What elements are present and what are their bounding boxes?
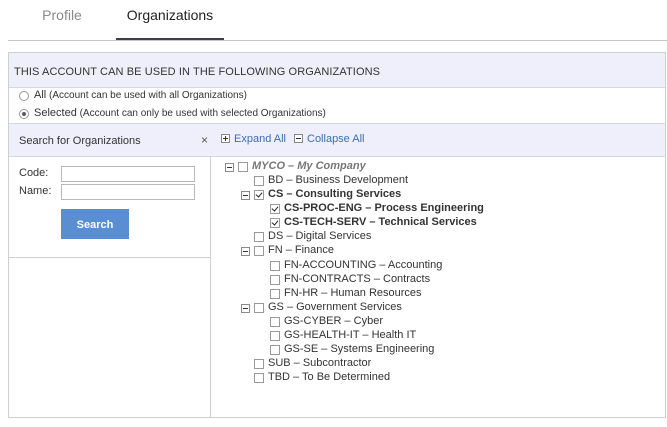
minus-box-icon [294, 134, 303, 143]
search-title: Search for Organizations [19, 135, 141, 147]
tree-node-gs-se: GS-SE – Systems Engineering [210, 343, 660, 357]
checkbox-gs[interactable] [254, 303, 264, 313]
tree-node-cs-proc-eng: CS-PROC-ENG – Process Engineering [210, 202, 660, 216]
search-button[interactable]: Search [61, 209, 129, 239]
tree-node-gs: GS – Government Services [210, 301, 660, 315]
checkbox-fn-contracts[interactable] [270, 275, 280, 285]
plus-box-icon [221, 134, 230, 143]
tree-node-cs: CS – Consulting Services [210, 188, 660, 202]
node-label: FN – Finance [268, 244, 335, 256]
code-label: Code: [19, 167, 49, 179]
tree-node-gs-health-it: GS-HEALTH-IT – Health IT [210, 329, 660, 343]
collapse-all-button[interactable]: Collapse All [294, 133, 364, 145]
checkbox-myco[interactable] [238, 162, 248, 172]
checkbox-gs-health-it[interactable] [270, 331, 280, 341]
close-icon[interactable]: × [201, 133, 208, 147]
node-label: FN-ACCOUNTING – Accounting [284, 259, 443, 271]
node-label: GS-CYBER – Cyber [284, 315, 384, 327]
option-all-label: All [34, 89, 47, 101]
collapse-icon[interactable] [225, 163, 234, 172]
checkbox-fn-hr[interactable] [270, 289, 280, 299]
checkbox-cs-tech-serv[interactable] [270, 218, 280, 228]
tree-node-fn-accounting: FN-ACCOUNTING – Accounting [210, 259, 660, 273]
node-label: GS – Government Services [268, 301, 402, 313]
collapse-icon[interactable] [241, 247, 250, 256]
node-label: TBD – To Be Determined [268, 371, 391, 383]
collapse-icon[interactable] [241, 304, 250, 313]
node-label: CS – Consulting Services [268, 188, 402, 200]
checkbox-fn-accounting[interactable] [270, 261, 280, 271]
toolbar: Search for Organizations × Expand All Co… [9, 123, 665, 157]
node-label: BD – Business Development [268, 174, 409, 186]
radio-selected[interactable] [19, 109, 29, 119]
tree-node-sub: SUB – Subcontractor [210, 357, 660, 371]
section-title: THIS ACCOUNT CAN BE USED IN THE FOLLOWIN… [14, 66, 381, 78]
name-label: Name: [19, 185, 52, 197]
organization-tree: MYCO – My Company BD – Business Developm… [210, 156, 665, 418]
node-label: MYCO – My Company [252, 160, 366, 172]
checkbox-bd[interactable] [254, 176, 264, 186]
search-panel: Code: Name: Search [9, 156, 211, 418]
search-form: Code: Name: Search [9, 156, 210, 258]
node-label: SUB – Subcontractor [268, 357, 372, 369]
tree-node-bd: BD – Business Development [210, 174, 660, 188]
checkbox-cs-proc-eng[interactable] [270, 204, 280, 214]
checkbox-gs-cyber[interactable] [270, 317, 280, 327]
node-label: DS – Digital Services [268, 230, 372, 242]
checkbox-fn[interactable] [254, 246, 264, 256]
radio-all[interactable] [19, 91, 29, 101]
tab-organizations[interactable]: Organizations [116, 0, 224, 40]
checkbox-sub[interactable] [254, 359, 264, 369]
node-label: GS-SE – Systems Engineering [284, 343, 435, 355]
collapse-icon[interactable] [241, 191, 250, 200]
tree-node-myco: MYCO – My Company [210, 160, 660, 174]
tree-node-tbd: TBD – To Be Determined [210, 371, 660, 385]
checkbox-cs[interactable] [254, 190, 264, 200]
option-selected-desc: (Account can only be used with selected … [79, 108, 326, 119]
tree-node-ds: DS – Digital Services [210, 230, 660, 244]
tree-node-fn-contracts: FN-CONTRACTS – Contracts [210, 273, 660, 287]
node-label: GS-HEALTH-IT – Health IT [284, 329, 417, 341]
tree-node-fn-hr: FN-HR – Human Resources [210, 287, 660, 301]
option-all-row[interactable]: All (Account can be used with all Organi… [9, 88, 665, 105]
section-header: THIS ACCOUNT CAN BE USED IN THE FOLLOWIN… [9, 53, 665, 88]
tab-divider [8, 40, 667, 41]
checkbox-tbd[interactable] [254, 373, 264, 383]
option-all-desc: (Account can be used with all Organizati… [49, 90, 247, 101]
node-label: CS-TECH-SERV – Technical Services [284, 216, 477, 228]
tree-node-fn: FN – Finance [210, 244, 660, 258]
node-label: FN-CONTRACTS – Contracts [284, 273, 431, 285]
tab-profile[interactable]: Profile [20, 0, 104, 40]
option-selected-row[interactable]: Selected (Account can only be used with … [9, 106, 665, 123]
checkbox-gs-se[interactable] [270, 345, 280, 355]
name-input[interactable] [61, 184, 195, 200]
organizations-panel: THIS ACCOUNT CAN BE USED IN THE FOLLOWIN… [8, 52, 666, 418]
option-selected-label: Selected [34, 107, 77, 119]
checkbox-ds[interactable] [254, 232, 264, 242]
code-input[interactable] [61, 166, 195, 182]
expand-all-button[interactable]: Expand All [221, 133, 286, 145]
node-label: FN-HR – Human Resources [284, 287, 422, 299]
tree-node-cs-tech-serv: CS-TECH-SERV – Technical Services [210, 216, 660, 230]
node-label: CS-PROC-ENG – Process Engineering [284, 202, 484, 214]
tree-node-gs-cyber: GS-CYBER – Cyber [210, 315, 660, 329]
